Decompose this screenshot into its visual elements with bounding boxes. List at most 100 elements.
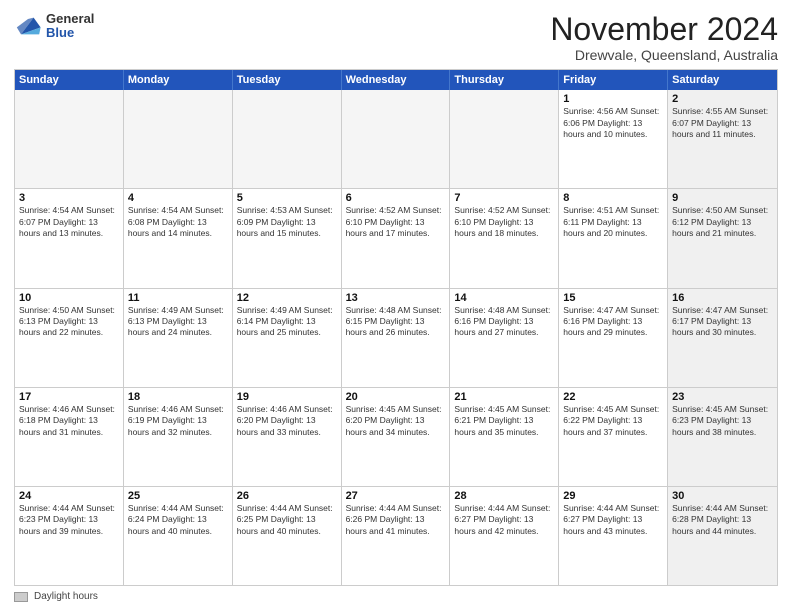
calendar-cell: 19Sunrise: 4:46 AM Sunset: 6:20 PM Dayli… xyxy=(233,388,342,486)
day-info: Sunrise: 4:45 AM Sunset: 6:21 PM Dayligh… xyxy=(454,404,554,438)
day-number: 25 xyxy=(128,490,228,502)
calendar-cell: 2Sunrise: 4:55 AM Sunset: 6:07 PM Daylig… xyxy=(668,90,777,188)
calendar-cell: 24Sunrise: 4:44 AM Sunset: 6:23 PM Dayli… xyxy=(15,487,124,585)
calendar-header-day: Monday xyxy=(124,70,233,90)
day-number: 18 xyxy=(128,391,228,403)
location-title: Drewvale, Queensland, Australia xyxy=(550,47,778,63)
calendar-cell: 25Sunrise: 4:44 AM Sunset: 6:24 PM Dayli… xyxy=(124,487,233,585)
calendar-cell xyxy=(124,90,233,188)
calendar-cell: 12Sunrise: 4:49 AM Sunset: 6:14 PM Dayli… xyxy=(233,289,342,387)
day-info: Sunrise: 4:46 AM Sunset: 6:19 PM Dayligh… xyxy=(128,404,228,438)
day-info: Sunrise: 4:51 AM Sunset: 6:11 PM Dayligh… xyxy=(563,205,663,239)
day-info: Sunrise: 4:46 AM Sunset: 6:18 PM Dayligh… xyxy=(19,404,119,438)
day-number: 11 xyxy=(128,292,228,304)
day-number: 23 xyxy=(672,391,773,403)
calendar-cell: 22Sunrise: 4:45 AM Sunset: 6:22 PM Dayli… xyxy=(559,388,668,486)
footer: Daylight hours xyxy=(14,591,778,602)
day-info: Sunrise: 4:44 AM Sunset: 6:27 PM Dayligh… xyxy=(563,503,663,537)
day-number: 17 xyxy=(19,391,119,403)
calendar-week-row: 1Sunrise: 4:56 AM Sunset: 6:06 PM Daylig… xyxy=(15,90,777,188)
calendar-cell: 27Sunrise: 4:44 AM Sunset: 6:26 PM Dayli… xyxy=(342,487,451,585)
calendar-week-row: 17Sunrise: 4:46 AM Sunset: 6:18 PM Dayli… xyxy=(15,387,777,486)
calendar-cell: 30Sunrise: 4:44 AM Sunset: 6:28 PM Dayli… xyxy=(668,487,777,585)
calendar-cell: 15Sunrise: 4:47 AM Sunset: 6:16 PM Dayli… xyxy=(559,289,668,387)
day-number: 24 xyxy=(19,490,119,502)
calendar-cell: 3Sunrise: 4:54 AM Sunset: 6:07 PM Daylig… xyxy=(15,189,124,287)
calendar-cell: 29Sunrise: 4:44 AM Sunset: 6:27 PM Dayli… xyxy=(559,487,668,585)
day-number: 26 xyxy=(237,490,337,502)
calendar-cell: 9Sunrise: 4:50 AM Sunset: 6:12 PM Daylig… xyxy=(668,189,777,287)
day-info: Sunrise: 4:48 AM Sunset: 6:15 PM Dayligh… xyxy=(346,305,446,339)
calendar-cell: 7Sunrise: 4:52 AM Sunset: 6:10 PM Daylig… xyxy=(450,189,559,287)
day-info: Sunrise: 4:56 AM Sunset: 6:06 PM Dayligh… xyxy=(563,106,663,140)
day-number: 30 xyxy=(672,490,773,502)
calendar-week-row: 3Sunrise: 4:54 AM Sunset: 6:07 PM Daylig… xyxy=(15,188,777,287)
day-number: 4 xyxy=(128,192,228,204)
day-number: 29 xyxy=(563,490,663,502)
day-info: Sunrise: 4:45 AM Sunset: 6:22 PM Dayligh… xyxy=(563,404,663,438)
calendar-cell: 6Sunrise: 4:52 AM Sunset: 6:10 PM Daylig… xyxy=(342,189,451,287)
day-info: Sunrise: 4:46 AM Sunset: 6:20 PM Dayligh… xyxy=(237,404,337,438)
month-title: November 2024 xyxy=(550,12,778,47)
logo-text: General Blue xyxy=(46,12,94,41)
day-number: 7 xyxy=(454,192,554,204)
day-number: 5 xyxy=(237,192,337,204)
day-number: 21 xyxy=(454,391,554,403)
day-number: 20 xyxy=(346,391,446,403)
calendar-cell: 1Sunrise: 4:56 AM Sunset: 6:06 PM Daylig… xyxy=(559,90,668,188)
logo-general-text: General xyxy=(46,12,94,26)
day-number: 16 xyxy=(672,292,773,304)
day-info: Sunrise: 4:44 AM Sunset: 6:26 PM Dayligh… xyxy=(346,503,446,537)
calendar-header-day: Sunday xyxy=(15,70,124,90)
day-info: Sunrise: 4:47 AM Sunset: 6:17 PM Dayligh… xyxy=(672,305,773,339)
day-number: 13 xyxy=(346,292,446,304)
calendar: SundayMondayTuesdayWednesdayThursdayFrid… xyxy=(14,69,778,586)
day-number: 12 xyxy=(237,292,337,304)
day-info: Sunrise: 4:45 AM Sunset: 6:23 PM Dayligh… xyxy=(672,404,773,438)
day-info: Sunrise: 4:44 AM Sunset: 6:24 PM Dayligh… xyxy=(128,503,228,537)
calendar-cell: 14Sunrise: 4:48 AM Sunset: 6:16 PM Dayli… xyxy=(450,289,559,387)
day-number: 10 xyxy=(19,292,119,304)
day-number: 9 xyxy=(672,192,773,204)
page: General Blue November 2024 Drewvale, Que… xyxy=(0,0,792,612)
day-number: 6 xyxy=(346,192,446,204)
day-info: Sunrise: 4:50 AM Sunset: 6:13 PM Dayligh… xyxy=(19,305,119,339)
calendar-week-row: 10Sunrise: 4:50 AM Sunset: 6:13 PM Dayli… xyxy=(15,288,777,387)
day-info: Sunrise: 4:53 AM Sunset: 6:09 PM Dayligh… xyxy=(237,205,337,239)
day-info: Sunrise: 4:48 AM Sunset: 6:16 PM Dayligh… xyxy=(454,305,554,339)
day-number: 15 xyxy=(563,292,663,304)
day-number: 27 xyxy=(346,490,446,502)
logo: General Blue xyxy=(14,12,94,41)
legend-box xyxy=(14,592,28,602)
calendar-cell: 5Sunrise: 4:53 AM Sunset: 6:09 PM Daylig… xyxy=(233,189,342,287)
day-info: Sunrise: 4:52 AM Sunset: 6:10 PM Dayligh… xyxy=(454,205,554,239)
day-number: 1 xyxy=(563,93,663,105)
logo-icon xyxy=(14,12,42,40)
day-number: 14 xyxy=(454,292,554,304)
day-info: Sunrise: 4:55 AM Sunset: 6:07 PM Dayligh… xyxy=(672,106,773,140)
day-number: 22 xyxy=(563,391,663,403)
calendar-cell xyxy=(15,90,124,188)
day-number: 2 xyxy=(672,93,773,105)
calendar-header-day: Wednesday xyxy=(342,70,451,90)
calendar-cell: 26Sunrise: 4:44 AM Sunset: 6:25 PM Dayli… xyxy=(233,487,342,585)
calendar-cell: 23Sunrise: 4:45 AM Sunset: 6:23 PM Dayli… xyxy=(668,388,777,486)
calendar-cell: 8Sunrise: 4:51 AM Sunset: 6:11 PM Daylig… xyxy=(559,189,668,287)
day-info: Sunrise: 4:47 AM Sunset: 6:16 PM Dayligh… xyxy=(563,305,663,339)
day-number: 19 xyxy=(237,391,337,403)
calendar-cell: 11Sunrise: 4:49 AM Sunset: 6:13 PM Dayli… xyxy=(124,289,233,387)
day-info: Sunrise: 4:44 AM Sunset: 6:25 PM Dayligh… xyxy=(237,503,337,537)
calendar-cell xyxy=(233,90,342,188)
day-info: Sunrise: 4:44 AM Sunset: 6:28 PM Dayligh… xyxy=(672,503,773,537)
calendar-cell: 28Sunrise: 4:44 AM Sunset: 6:27 PM Dayli… xyxy=(450,487,559,585)
day-info: Sunrise: 4:54 AM Sunset: 6:07 PM Dayligh… xyxy=(19,205,119,239)
calendar-header-day: Tuesday xyxy=(233,70,342,90)
calendar-cell: 4Sunrise: 4:54 AM Sunset: 6:08 PM Daylig… xyxy=(124,189,233,287)
legend-label: Daylight hours xyxy=(34,591,98,602)
calendar-cell xyxy=(342,90,451,188)
day-info: Sunrise: 4:49 AM Sunset: 6:13 PM Dayligh… xyxy=(128,305,228,339)
calendar-header-day: Friday xyxy=(559,70,668,90)
day-info: Sunrise: 4:45 AM Sunset: 6:20 PM Dayligh… xyxy=(346,404,446,438)
calendar-header-day: Saturday xyxy=(668,70,777,90)
day-info: Sunrise: 4:52 AM Sunset: 6:10 PM Dayligh… xyxy=(346,205,446,239)
